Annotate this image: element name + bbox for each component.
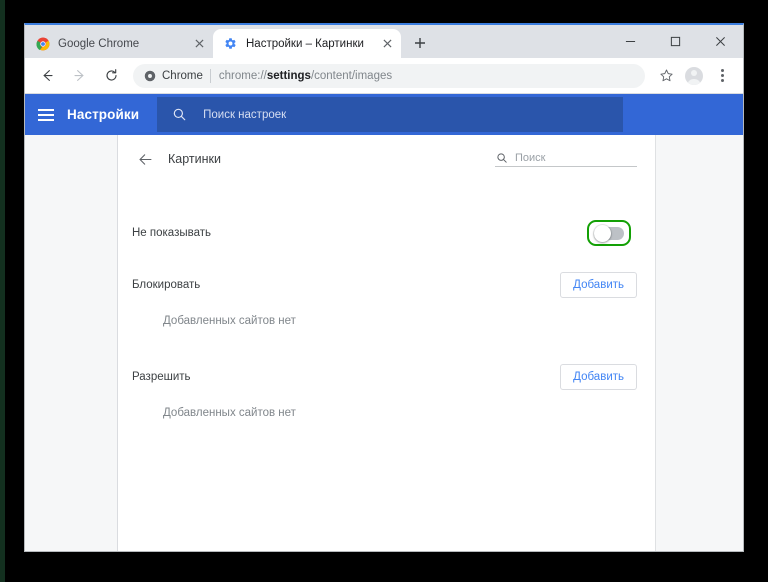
close-window-button[interactable] bbox=[698, 25, 743, 57]
browser-toolbar: Chrome chrome://settings/content/images bbox=[25, 58, 743, 94]
tab-strip: Google Chrome Настройки – Картинки bbox=[25, 25, 743, 58]
browser-tab-settings[interactable]: Настройки – Картинки bbox=[213, 29, 401, 58]
settings-content-card: Картинки Поиск Не показывать Блокировать… bbox=[118, 135, 656, 551]
forward-icon[interactable] bbox=[66, 63, 92, 89]
url-suffix: /content/images bbox=[310, 69, 393, 82]
add-button-allow[interactable]: Добавить bbox=[560, 364, 637, 390]
add-button-block[interactable]: Добавить bbox=[560, 272, 637, 298]
section-block-header: Блокировать Добавить bbox=[118, 261, 655, 309]
page-title: Картинки bbox=[168, 152, 221, 166]
settings-search-box[interactable]: Поиск настроек bbox=[157, 97, 624, 132]
back-icon[interactable] bbox=[34, 63, 60, 89]
screenshot-root: Google Chrome Настройки – Картинки Chrom… bbox=[0, 0, 768, 582]
settings-header-bar: Настройки Поиск настроек bbox=[25, 94, 743, 135]
section-title: Блокировать bbox=[132, 279, 201, 291]
chrome-menu-icon[interactable] bbox=[709, 63, 735, 89]
url-bold: settings bbox=[266, 69, 311, 82]
tab-title: Google Chrome bbox=[58, 37, 140, 50]
avatar bbox=[685, 66, 703, 85]
omnibox-divider bbox=[209, 68, 211, 83]
toggle-knob bbox=[594, 224, 611, 242]
close-icon[interactable] bbox=[379, 36, 395, 52]
content-search-field[interactable]: Поиск bbox=[495, 151, 637, 167]
reload-icon[interactable] bbox=[98, 63, 124, 89]
profile-avatar[interactable] bbox=[681, 63, 707, 89]
content-search-placeholder: Поиск bbox=[515, 152, 546, 164]
settings-gear-icon bbox=[223, 36, 238, 51]
omnibox-url: chrome://settings/content/images bbox=[219, 70, 392, 82]
empty-state-block: Добавленных сайтов нет bbox=[163, 315, 296, 327]
tab-title: Настройки – Картинки bbox=[246, 37, 364, 50]
omnibox-scheme-label: Chrome bbox=[162, 69, 203, 82]
settings-title: Настройки bbox=[67, 107, 140, 122]
address-bar[interactable]: Chrome chrome://settings/content/images bbox=[133, 63, 645, 88]
empty-state-allow: Добавленных сайтов нет bbox=[163, 407, 296, 419]
chrome-logo-icon bbox=[35, 36, 50, 51]
do-not-show-toggle-wrapper[interactable] bbox=[587, 220, 631, 246]
chrome-page-icon bbox=[143, 69, 156, 82]
window-controls bbox=[608, 25, 743, 57]
url-prefix: chrome:// bbox=[218, 69, 267, 82]
new-tab-button[interactable] bbox=[407, 30, 433, 56]
maximize-button[interactable] bbox=[653, 25, 698, 57]
toolbar-actions bbox=[651, 63, 735, 89]
content-header: Картинки Поиск bbox=[118, 135, 655, 183]
minimize-button[interactable] bbox=[608, 25, 653, 57]
settings-sidebar bbox=[25, 135, 118, 551]
backdrop-edge bbox=[0, 0, 5, 582]
close-icon[interactable] bbox=[191, 36, 207, 52]
section-allow-header: Разрешить Добавить bbox=[118, 353, 655, 401]
section-title: Разрешить bbox=[132, 371, 191, 383]
browser-tab-google-chrome[interactable]: Google Chrome bbox=[25, 29, 213, 58]
search-icon bbox=[495, 151, 508, 164]
settings-page-body: Картинки Поиск Не показывать Блокировать… bbox=[25, 135, 743, 551]
settings-search-placeholder: Поиск настроек bbox=[203, 108, 287, 121]
browser-window: Google Chrome Настройки – Картинки Chrom… bbox=[24, 23, 744, 552]
content-gutter bbox=[656, 135, 743, 551]
do-not-show-toggle[interactable] bbox=[594, 224, 624, 242]
bookmark-star-icon[interactable] bbox=[653, 63, 679, 89]
do-not-show-label: Не показывать bbox=[132, 227, 211, 239]
do-not-show-row: Не показывать bbox=[118, 205, 655, 261]
search-icon bbox=[171, 107, 187, 123]
hamburger-menu-icon[interactable] bbox=[25, 94, 67, 135]
back-arrow-icon[interactable] bbox=[132, 146, 158, 172]
kebab-menu-dots bbox=[720, 69, 724, 82]
